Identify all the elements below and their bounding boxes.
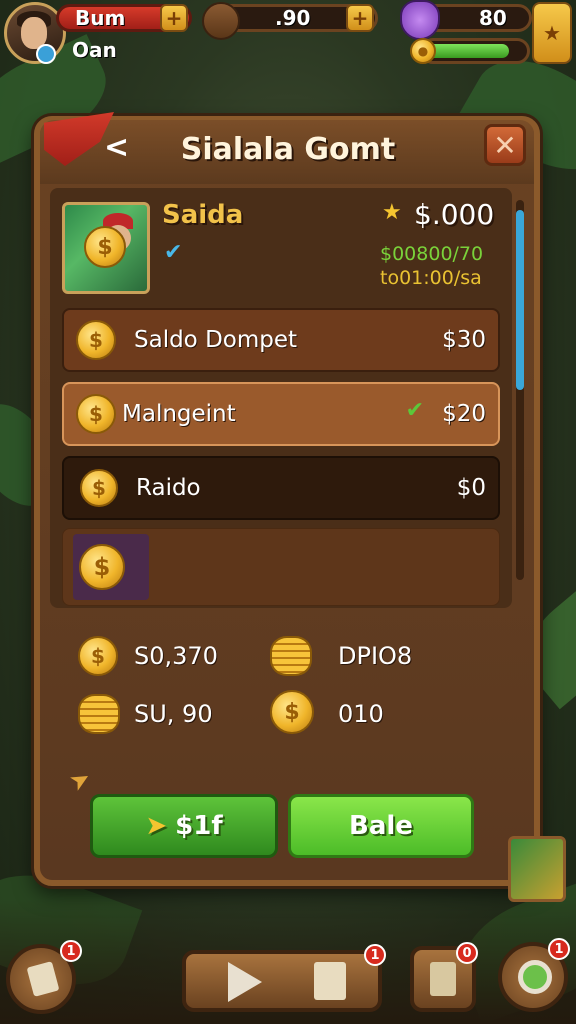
scroll-icon [26, 961, 60, 997]
list-item[interactable]: $ Raido $0 [62, 456, 500, 520]
notification-badge: 0 [456, 942, 478, 964]
row-value: $20 [442, 401, 486, 427]
energy-bar [420, 38, 530, 64]
coin-icon: $ [78, 636, 118, 676]
stat-value: DPIO8 [338, 642, 413, 670]
star-menu-button[interactable]: ★ [532, 2, 572, 64]
arrow-right-icon: ➤ [145, 811, 168, 841]
list-item[interactable]: $ Malngeint ✔ $20 [62, 382, 500, 446]
energy-icon: ● [410, 38, 436, 64]
profile-name: Saida [162, 200, 244, 230]
profile-balance: $.000 [414, 198, 495, 231]
row-value: $0 [456, 475, 486, 501]
star-icon: ★ [382, 200, 402, 225]
stat-value: S0,370 [134, 642, 218, 670]
left-button-label: $1f [175, 811, 223, 841]
scrollbar[interactable] [516, 200, 524, 580]
notification-badge: 1 [364, 944, 386, 966]
coin-icon: $ [80, 469, 118, 507]
wood-icon [202, 2, 240, 40]
player-subname: Oan [72, 38, 117, 62]
row-label: Raido [136, 475, 201, 501]
search-icon [518, 960, 552, 994]
coin-stack-icon [270, 636, 312, 676]
add-coins-button[interactable]: + [346, 4, 374, 32]
right-button-label: Bale [349, 811, 413, 841]
play-icon [228, 962, 262, 1002]
reward-card-icon[interactable] [508, 836, 566, 902]
profile-line-2: to01:00/sa [380, 267, 482, 289]
verified-check-icon: ✔ [164, 240, 183, 265]
list-item[interactable]: $ Saldo Dompet $30 [62, 308, 500, 372]
coin-icon: $ [76, 394, 116, 434]
stat-value: 010 [338, 700, 384, 728]
notification-badge: 1 [548, 938, 570, 960]
row-label: Malngeint [122, 401, 236, 427]
close-button[interactable]: ✕ [484, 124, 526, 166]
energy-fill [426, 44, 510, 58]
nav-play-button[interactable] [182, 950, 382, 1012]
coin-stack-icon [78, 694, 120, 734]
right-action-button[interactable]: Bale [288, 794, 474, 858]
player-name: Bum [75, 6, 126, 30]
bag-icon [430, 962, 456, 996]
coins-value: .90 [275, 6, 311, 30]
row-label: Saldo Dompet [134, 327, 298, 353]
left-action-button[interactable]: ➤ $1f [90, 794, 278, 858]
card-icon [314, 962, 346, 1000]
stat-value: SU, 90 [134, 700, 213, 728]
coin-icon: $ [84, 226, 126, 268]
gem-icon [400, 0, 440, 40]
level-badge-icon [36, 44, 56, 64]
add-health-button[interactable]: + [160, 4, 188, 32]
gems-value: 80 [479, 6, 507, 30]
coin-icon: $ [76, 320, 116, 360]
coin-icon: $ [270, 690, 314, 734]
check-icon: ✔ [405, 398, 424, 423]
row-value: $30 [442, 327, 486, 353]
reward-thumbnail: $ [73, 534, 149, 600]
notification-badge: 1 [60, 940, 82, 962]
profile-line-1: $00800/70 [380, 243, 484, 265]
list-item[interactable]: $ [62, 528, 500, 606]
